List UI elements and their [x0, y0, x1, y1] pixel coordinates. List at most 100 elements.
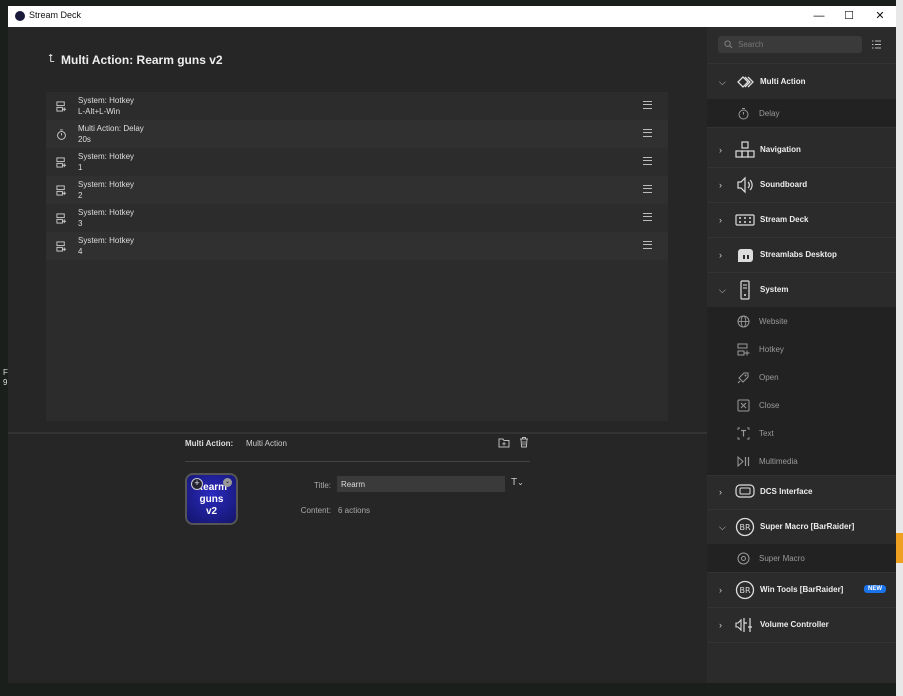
hotkey-icon	[56, 213, 67, 224]
drag-handle-icon[interactable]	[643, 157, 652, 165]
background-window-edge	[896, 0, 903, 696]
plus-icon[interactable]: +	[191, 478, 203, 490]
drag-handle-icon[interactable]	[643, 101, 652, 109]
category-soundboard[interactable]: › Soundboard	[707, 168, 896, 202]
chevron-right-icon[interactable]: ›	[719, 145, 729, 155]
action-item-close[interactable]: Close	[707, 391, 896, 419]
category-label: Streamlabs Desktop	[760, 250, 837, 259]
action-row[interactable]: System: Hotkey 4	[46, 232, 668, 260]
background-window-highlight	[896, 533, 903, 563]
chevron-right-icon[interactable]: ›	[719, 487, 729, 497]
action-item-website[interactable]: Website	[707, 307, 896, 335]
action-row[interactable]: System: Hotkey 3	[46, 204, 668, 232]
action-item-text[interactable]: Text	[707, 419, 896, 447]
category-volume-controller[interactable]: › Volume Controller	[707, 608, 896, 642]
category-win-tools[interactable]: › BR Win Tools [BarRaider] NEW	[707, 573, 896, 607]
navigation-icon	[735, 141, 755, 158]
action-item-open[interactable]: Open	[707, 363, 896, 391]
category-super-macro[interactable]: ⌵ BR Super Macro [BarRaider]	[707, 510, 896, 544]
action-row[interactable]: System: Hotkey 1	[46, 148, 668, 176]
action-item-label: Super Macro	[759, 554, 805, 563]
action-detail: 2	[78, 191, 83, 200]
search-input[interactable]: Search	[738, 40, 763, 49]
category-label: Super Macro [BarRaider]	[760, 522, 855, 531]
category-label: DCS Interface	[760, 487, 813, 496]
sidebar-separator	[707, 63, 896, 64]
action-sidebar: Search ⌵ Multi Action Delay › Navigation…	[707, 27, 896, 683]
sidebar-separator	[707, 642, 896, 643]
action-list: System: Hotkey L-Alt+L-Win Multi Action:…	[46, 92, 668, 421]
chevron-down-icon[interactable]: ⌵	[719, 285, 729, 295]
timer-icon	[738, 108, 749, 120]
action-row[interactable]: System: Hotkey 2	[46, 176, 668, 204]
stream-deck-logo-icon	[15, 11, 25, 21]
minimize-button[interactable]: —	[804, 8, 834, 25]
chevron-down-icon[interactable]: ⌵	[719, 522, 729, 532]
action-row[interactable]: Multi Action: Delay 20s	[46, 120, 668, 148]
stream-deck-window: Stream Deck — ☐ ✕ ⮤ Multi Action: Rearm …	[8, 6, 896, 683]
action-name: System: Hotkey	[78, 208, 135, 217]
volume-icon	[735, 618, 752, 632]
action-item-multimedia[interactable]: Multimedia	[707, 447, 896, 475]
action-item-label: Close	[759, 401, 780, 410]
category-label: Stream Deck	[760, 215, 809, 224]
title-bar[interactable]: Stream Deck — ☐ ✕	[8, 6, 896, 27]
content-label: Content:	[300, 506, 331, 515]
category-dcs-interface[interactable]: › DCS Interface	[707, 475, 896, 509]
category-stream-deck[interactable]: › Stream Deck	[707, 203, 896, 237]
action-item-delay[interactable]: Delay	[707, 99, 896, 127]
action-item-label: Delay	[759, 109, 780, 118]
search-box[interactable]: Search	[718, 36, 862, 53]
panel-divider[interactable]	[8, 432, 707, 434]
back-arrow-icon[interactable]: ⮤	[48, 53, 55, 66]
hotkey-icon	[56, 241, 67, 252]
hotkey-icon	[737, 343, 750, 356]
text-icon	[737, 427, 750, 440]
drag-handle-icon[interactable]	[643, 213, 652, 221]
category-multi-action[interactable]: ⌵ Multi Action	[707, 65, 896, 99]
dcs-icon	[735, 484, 755, 498]
window-title: Stream Deck	[29, 10, 82, 20]
play-pause-icon	[737, 455, 750, 468]
action-item-super-macro[interactable]: Super Macro	[707, 544, 896, 572]
category-streamlabs-desktop[interactable]: › Streamlabs Desktop	[707, 238, 896, 272]
barraider-icon: BR	[735, 517, 755, 537]
chevron-right-icon[interactable]: ›	[719, 215, 729, 225]
action-detail: 20s	[78, 135, 91, 144]
action-item-hotkey[interactable]: Hotkey	[707, 335, 896, 363]
title-input[interactable]	[337, 476, 505, 492]
hotkey-icon	[56, 157, 67, 168]
action-name: System: Hotkey	[78, 236, 135, 245]
list-view-icon[interactable]	[871, 39, 882, 50]
folder-icon[interactable]	[498, 437, 510, 448]
chevron-down-icon[interactable]: ⌄	[223, 478, 232, 487]
maximize-button[interactable]: ☐	[834, 8, 864, 25]
category-label: Soundboard	[760, 180, 808, 189]
barraider-icon: BR	[735, 580, 755, 600]
sidebar-separator	[707, 127, 896, 128]
chevron-right-icon[interactable]: ›	[719, 585, 729, 595]
category-navigation[interactable]: › Navigation	[707, 133, 896, 167]
action-row[interactable]: System: Hotkey L-Alt+L-Win	[46, 92, 668, 120]
action-name: Multi Action: Delay	[78, 124, 144, 133]
font-settings-button[interactable]: T⌄	[511, 477, 524, 488]
category-system[interactable]: ⌵ System	[707, 273, 896, 307]
stream-deck-icon	[735, 214, 755, 226]
chevron-right-icon[interactable]: ›	[719, 250, 729, 260]
action-name: System: Hotkey	[78, 180, 135, 189]
trash-icon[interactable]	[518, 436, 530, 448]
chevron-down-icon[interactable]: ⌵	[719, 77, 729, 87]
speaker-icon	[737, 176, 753, 194]
globe-icon	[737, 315, 750, 328]
page-title: Multi Action: Rearm guns v2	[61, 53, 223, 67]
action-item-label: Multimedia	[759, 457, 798, 466]
drag-handle-icon[interactable]	[643, 241, 652, 249]
key-image-preview[interactable]: Rearm guns v2 + ⌄	[185, 473, 238, 525]
chevron-right-icon[interactable]: ›	[719, 620, 729, 630]
hotkey-icon	[56, 101, 67, 112]
drag-handle-icon[interactable]	[643, 129, 652, 137]
title-label: Title:	[313, 481, 331, 490]
chevron-right-icon[interactable]: ›	[719, 180, 729, 190]
drag-handle-icon[interactable]	[643, 185, 652, 193]
close-button[interactable]: ✕	[865, 8, 895, 25]
